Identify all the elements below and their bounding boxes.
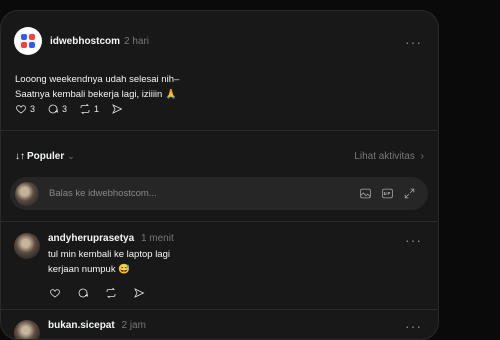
send-icon <box>112 104 123 114</box>
post-more-icon[interactable]: ··· <box>405 35 422 49</box>
divider <box>1 130 438 131</box>
comment-like-button[interactable] <box>49 287 61 299</box>
image-icon[interactable] <box>359 187 372 200</box>
brand-avatar[interactable] <box>14 27 42 55</box>
comment-reply-button[interactable] <box>77 287 89 299</box>
comment-avatar[interactable] <box>14 233 40 259</box>
comment-share-button[interactable] <box>133 287 145 299</box>
comment-avatar[interactable] <box>14 320 40 339</box>
post-text: Looong weekendnya udah selesai nih– Saat… <box>15 74 180 100</box>
expand-icon[interactable] <box>403 187 416 200</box>
thread-card: idwebhostcom 2 hari ··· Looong weekendny… <box>0 10 439 340</box>
send-icon <box>134 288 145 298</box>
heart-icon <box>16 105 26 114</box>
current-user-avatar <box>15 181 39 206</box>
heart-icon <box>50 289 60 298</box>
comment-user-line: bukan.sicepat 2 jam <box>48 320 146 331</box>
share-button[interactable] <box>111 103 123 115</box>
sort-dropdown[interactable]: ↓↑ Populer ⌄ <box>15 151 75 162</box>
comment-item: bukan.sicepat 2 jam <box>14 320 424 339</box>
like-button[interactable]: 3 <box>15 103 35 115</box>
post-header: idwebhostcom 2 hari <box>14 27 149 55</box>
chevron-down-icon: ⌄ <box>67 151 75 161</box>
comment-time: 1 menit <box>140 233 174 244</box>
repost-button[interactable]: 1 <box>79 103 99 115</box>
comment-text: tul min kembali ke laptop lagi kerjaan n… <box>48 249 170 275</box>
view-activity-label: Lihat aktivitas <box>354 151 415 162</box>
post-username[interactable]: idwebhostcom <box>50 36 120 47</box>
repost-count: 1 <box>94 104 100 114</box>
sort-arrows-icon: ↓↑ <box>15 151 25 162</box>
view-activity-link[interactable]: Lihat aktivitas › <box>354 151 424 162</box>
divider <box>1 221 438 222</box>
comment-more-icon[interactable]: ··· <box>405 233 422 247</box>
comment-icon <box>78 288 89 298</box>
repost-icon <box>80 103 90 115</box>
comment-user-line: andyheruprasetya 1 menit <box>48 233 174 244</box>
post-actions: 3 3 1 <box>15 103 135 115</box>
comment-repost-button[interactable] <box>105 287 117 299</box>
divider <box>1 309 438 310</box>
sort-label: Populer <box>27 151 65 162</box>
comment-more-icon[interactable]: ··· <box>405 319 422 333</box>
chevron-right-icon: › <box>420 151 424 162</box>
like-count: 3 <box>30 104 36 114</box>
comment-icon <box>48 104 59 114</box>
reply-tools <box>359 187 416 200</box>
post-time: 2 hari <box>124 35 150 47</box>
comment-time: 2 jam <box>121 320 146 331</box>
gif-icon[interactable] <box>381 187 394 200</box>
reply-input[interactable] <box>47 187 331 200</box>
comment-count: 3 <box>62 104 68 114</box>
comment-username[interactable]: andyheruprasetya <box>48 233 134 244</box>
comment-button[interactable]: 3 <box>47 103 67 115</box>
reply-composer[interactable] <box>10 177 428 210</box>
repost-icon <box>106 287 116 299</box>
comment-username[interactable]: bukan.sicepat <box>48 320 115 331</box>
comment-actions <box>49 287 157 299</box>
brand-logo-icon <box>21 34 35 48</box>
